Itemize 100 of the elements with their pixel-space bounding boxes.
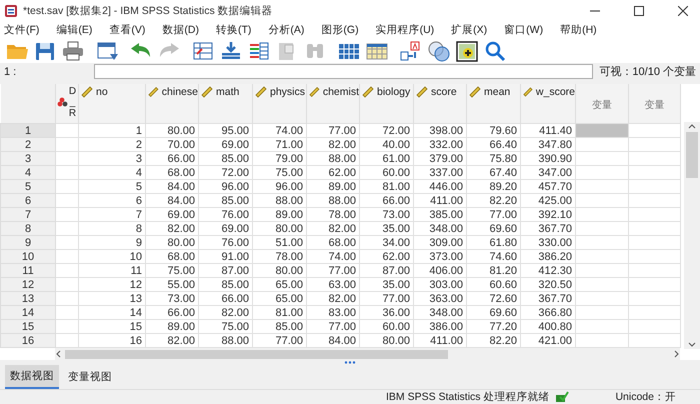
row-number[interactable]: 10 (0, 250, 56, 264)
row-number[interactable]: 12 (0, 278, 56, 292)
insert-image-icon[interactable] (455, 40, 479, 62)
table-cell: 400.80 (520, 320, 576, 334)
scroll-left-icon[interactable] (55, 349, 63, 360)
table-cell: 89.20 (466, 180, 520, 194)
table-cell: 73.00 (360, 208, 414, 222)
column-header[interactable]: biology (360, 84, 414, 124)
ruler-icon (362, 86, 374, 98)
cell-editor-field[interactable] (94, 64, 594, 80)
menu-item[interactable]: 实用程序(U) (376, 22, 434, 37)
scroll-thumb[interactable] (65, 350, 448, 359)
table-cell: 14 (78, 306, 146, 320)
dialog-window-icon[interactable] (95, 40, 119, 62)
overlapping-circles-icon[interactable] (427, 40, 451, 62)
menu-item[interactable]: 图形(G) (321, 22, 359, 37)
printer-icon[interactable] (61, 40, 85, 62)
column-header[interactable]: 变量 (628, 84, 680, 124)
row-number[interactable]: 7 (0, 208, 56, 222)
column-name: w_score (536, 86, 575, 98)
selected-cell[interactable] (576, 124, 628, 138)
table-cell: 446.00 (414, 180, 466, 194)
table-cell: 85.00 (252, 320, 306, 334)
row-number[interactable]: 11 (0, 264, 56, 278)
table-cell: 77.00 (360, 292, 414, 306)
download-arrow-icon[interactable] (219, 40, 243, 62)
column-header[interactable]: mean (466, 84, 520, 124)
vertical-scrollbar[interactable] (684, 122, 700, 350)
row-number[interactable]: 9 (0, 236, 56, 250)
menu-item[interactable]: 扩展(X) (451, 22, 488, 37)
menu-item[interactable]: 编辑(E) (56, 22, 92, 37)
row-number[interactable]: 1 (0, 124, 56, 138)
column-header[interactable]: w_score (520, 84, 576, 124)
row-number[interactable]: 15 (0, 320, 56, 334)
table-cell: 69.60 (466, 306, 520, 320)
table-cell: 67.40 (466, 166, 520, 180)
menu-item[interactable]: 文件(F) (4, 22, 40, 37)
table-cell: 367.70 (520, 222, 576, 236)
table-cell: 81.00 (252, 306, 306, 320)
row-number[interactable]: 14 (0, 306, 56, 320)
column-header[interactable]: math (198, 84, 252, 124)
column-header[interactable]: no (78, 84, 146, 124)
table-cell: 398.00 (414, 124, 466, 138)
table-cell: 347.80 (520, 138, 576, 152)
table-cell: 77.00 (306, 124, 360, 138)
column-header[interactable]: chinese (146, 84, 198, 124)
row-number[interactable]: 4 (0, 166, 56, 180)
table-cell: 366.80 (520, 306, 576, 320)
row-number[interactable]: 16 (0, 334, 56, 348)
table-cell: 77.00 (306, 320, 360, 334)
scroll-right-icon[interactable] (672, 349, 680, 360)
splitter-handle-icon[interactable] (344, 361, 356, 364)
menu-item[interactable]: 分析(A) (268, 22, 304, 37)
table-cell: 81.00 (360, 180, 414, 194)
table-cell: 4 (78, 166, 146, 180)
column-header[interactable]: 变量 (576, 84, 628, 124)
processor-status: IBM SPSS Statistics 处理程序就绪 (386, 390, 550, 404)
scroll-up-icon[interactable] (687, 122, 697, 130)
scroll-thumb[interactable] (686, 132, 698, 178)
horizontal-scrollbar[interactable] (55, 348, 680, 360)
close-icon[interactable] (678, 6, 688, 16)
table-cell: 411.00 (414, 194, 466, 208)
row-number[interactable]: 6 (0, 194, 56, 208)
row-number[interactable]: 5 (0, 180, 56, 194)
table-cell: 77.20 (466, 320, 520, 334)
scroll-down-icon[interactable] (687, 341, 697, 350)
maximize-icon[interactable] (634, 6, 644, 16)
column-header[interactable]: physics (252, 84, 306, 124)
variable-list-icon[interactable] (247, 40, 271, 62)
column-header[interactable]: score (414, 84, 466, 124)
ruler-icon (523, 86, 533, 98)
table-cell: 68.00 (146, 166, 198, 180)
menu-item[interactable]: 窗口(W) (504, 22, 544, 37)
row-number[interactable]: 8 (0, 222, 56, 236)
table-cell: 34.00 (360, 236, 414, 250)
row-number[interactable]: 3 (0, 152, 56, 166)
table-cell: 72.00 (360, 124, 414, 138)
view-tab[interactable]: 数据视图 (5, 365, 59, 389)
search-icon[interactable] (483, 40, 507, 62)
table-cell: 82.20 (466, 194, 520, 208)
table-cell: 69.00 (146, 208, 198, 222)
menu-item[interactable]: 转换(T) (216, 22, 252, 37)
column-header[interactable]: chemist (306, 84, 360, 124)
table-cell: 330.00 (520, 236, 576, 250)
table-cell: 61.80 (466, 236, 520, 250)
table-cell: 96.00 (252, 180, 306, 194)
table-pointer-icon[interactable] (191, 40, 215, 62)
menu-item[interactable]: 数据(D) (162, 22, 199, 37)
table-cell: 80.00 (252, 264, 306, 278)
ruler-icon (469, 86, 481, 98)
column-header[interactable]: D_R (56, 84, 78, 124)
menu-item[interactable]: 帮助(H) (560, 22, 597, 37)
row-number[interactable]: 13 (0, 292, 56, 306)
table-cell: 390.90 (520, 152, 576, 166)
table-cell: 373.00 (414, 250, 466, 264)
table-cell: 72.60 (466, 292, 520, 306)
row-number[interactable]: 2 (0, 138, 56, 152)
table-cell: 85.00 (198, 278, 252, 292)
table-cell: 66.00 (360, 194, 414, 208)
menu-item[interactable]: 查看(V) (109, 22, 146, 37)
